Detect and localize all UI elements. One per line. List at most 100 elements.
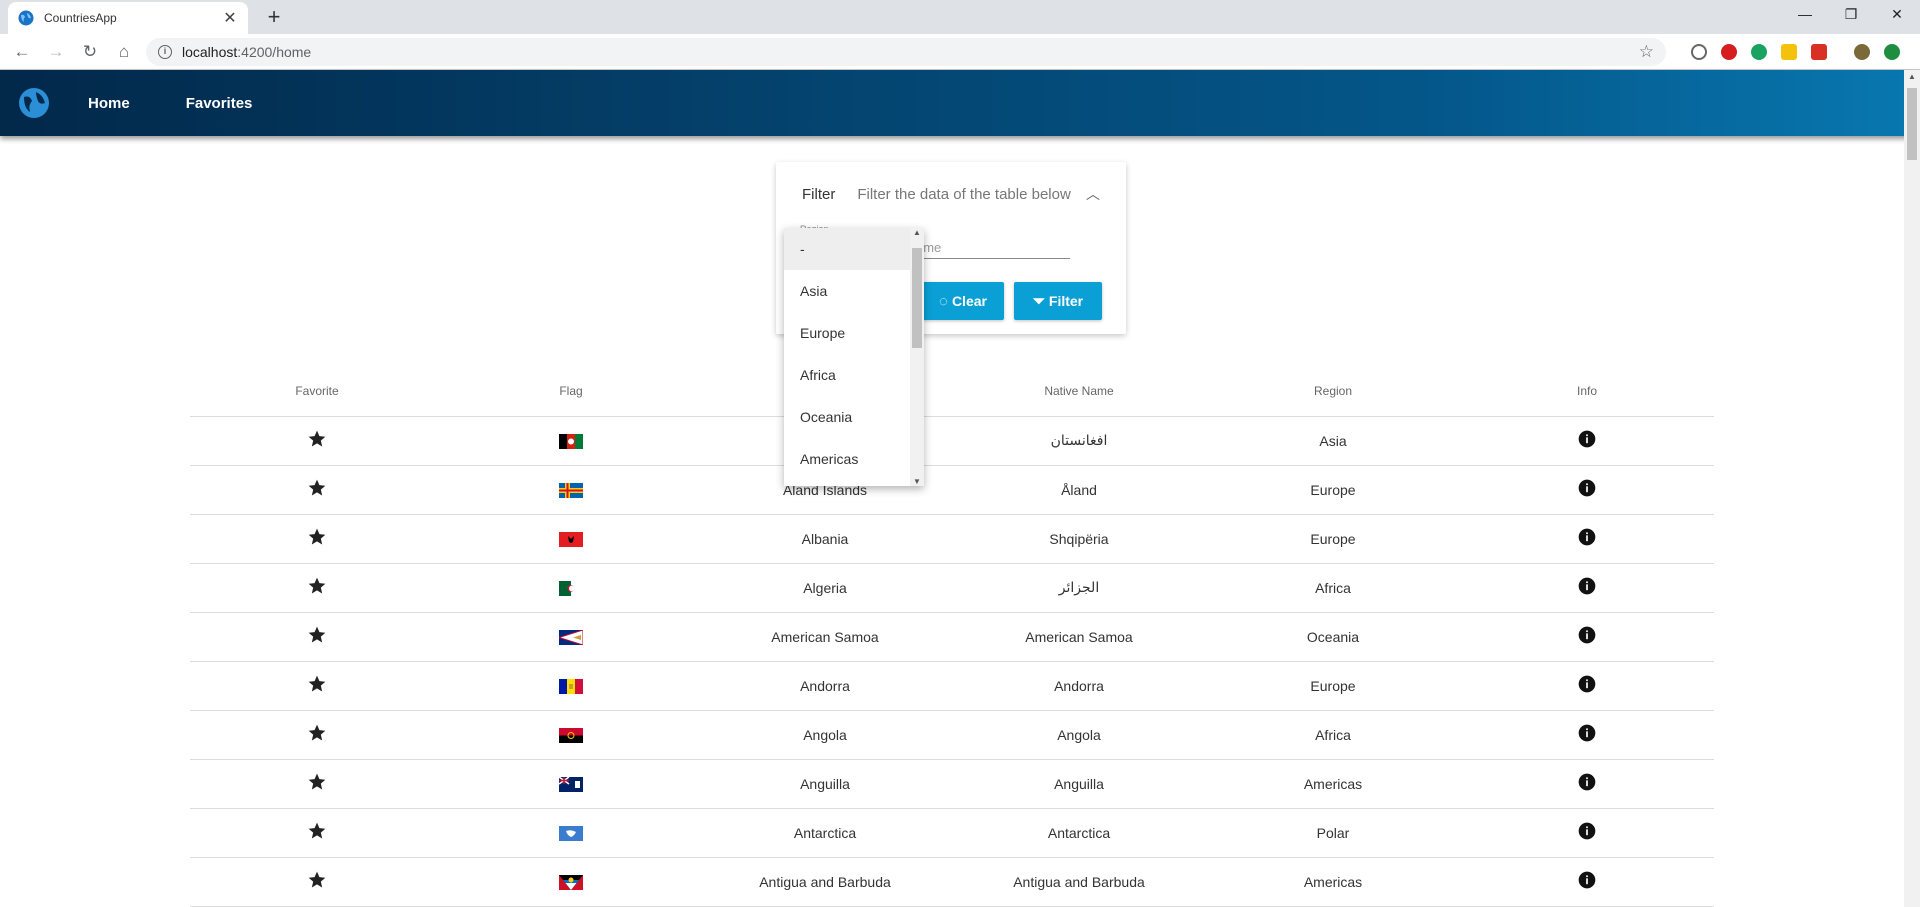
region-option[interactable]: Americas (784, 438, 924, 480)
info-cell (1460, 759, 1714, 809)
flag-cell (444, 759, 698, 809)
native-name: American Samoa (952, 612, 1206, 662)
notes-extension-icon[interactable] (1781, 43, 1797, 60)
page-scrollbar[interactable]: ▲ (1904, 70, 1920, 907)
info-icon[interactable] (1577, 821, 1597, 841)
info-icon[interactable] (1577, 527, 1597, 547)
dropdown-scroll-thumb[interactable] (912, 248, 922, 348)
recycle-extension-icon[interactable] (1691, 43, 1707, 60)
filter-title: Filter (802, 185, 836, 203)
filter-description: Filter the data of the table below (857, 185, 1071, 203)
region-option[interactable]: Europe (784, 312, 924, 354)
star-icon[interactable] (307, 478, 327, 498)
filter-button[interactable]: ⏷ Filter (1014, 282, 1102, 320)
flag-cell (444, 857, 698, 907)
table-row[interactable]: افغانستان Asia (190, 416, 1714, 466)
scroll-down-icon[interactable]: ▼ (910, 477, 924, 486)
flag-icon (559, 580, 583, 596)
table-row[interactable]: American Samoa American Samoa Oceania (190, 612, 1714, 662)
adblock-extension-icon[interactable] (1721, 43, 1737, 60)
browser-tab[interactable]: CountriesApp ✕ (8, 2, 248, 34)
col-header-region[interactable]: Region (1206, 366, 1460, 417)
info-icon[interactable] (1577, 576, 1597, 596)
reload-icon[interactable]: ↻ (76, 38, 104, 66)
app-header: Home Favorites (0, 70, 1920, 136)
nav-favorites[interactable]: Favorites (186, 95, 253, 112)
home-icon[interactable]: ⌂ (110, 38, 138, 66)
site-info-icon[interactable]: i (158, 44, 172, 59)
star-icon[interactable] (307, 870, 327, 890)
update-icon[interactable] (1884, 43, 1900, 60)
info-cell (1460, 563, 1714, 613)
star-icon[interactable] (307, 772, 327, 792)
page-scroll-thumb[interactable] (1907, 88, 1917, 160)
favorite-cell (190, 759, 444, 809)
region-option[interactable]: - (784, 228, 924, 270)
favorite-cell (190, 416, 444, 466)
restore-icon[interactable]: ❐ (1828, 0, 1874, 30)
col-header-flag[interactable]: Flag (444, 366, 698, 417)
address-bar[interactable]: i localhost:4200/home ☆ (146, 37, 1666, 66)
info-icon[interactable] (1577, 674, 1597, 694)
col-header-info[interactable]: Info (1460, 366, 1714, 417)
info-icon[interactable] (1577, 429, 1597, 449)
back-icon[interactable]: ← (8, 38, 36, 66)
forward-icon[interactable]: → (42, 38, 70, 66)
star-icon[interactable] (307, 723, 327, 743)
info-icon[interactable] (1577, 772, 1597, 792)
table-row[interactable]: Albania Shqipëria Europe (190, 514, 1714, 564)
globe-icon (18, 10, 34, 26)
region: Africa (1206, 563, 1460, 613)
sync-extension-icon[interactable] (1811, 43, 1827, 60)
table-row[interactable]: Angola Angola Africa (190, 710, 1714, 760)
name-filter-input[interactable]: ame (916, 240, 1070, 259)
filter-panel-header[interactable]: Filter Filter the data of the table belo… (776, 162, 1126, 226)
table-row[interactable]: Algeria الجزائر Africa (190, 563, 1714, 613)
favorite-cell (190, 514, 444, 564)
country-name: Angola (698, 710, 952, 760)
star-icon[interactable] (307, 821, 327, 841)
window-close-icon[interactable]: ✕ (1874, 0, 1920, 30)
table-row[interactable]: Åland Islands Åland Europe (190, 465, 1714, 515)
info-icon[interactable] (1577, 478, 1597, 498)
star-icon[interactable] (307, 625, 327, 645)
region-option[interactable]: Oceania (784, 396, 924, 438)
native-name: الجزائر (952, 563, 1206, 613)
star-icon[interactable] (307, 674, 327, 694)
native-name: Andorra (952, 661, 1206, 711)
minimize-icon[interactable]: — (1782, 0, 1828, 30)
col-header-favorite[interactable]: Favorite (190, 366, 444, 417)
region-option[interactable]: Asia (784, 270, 924, 312)
info-cell (1460, 808, 1714, 858)
favorite-cell (190, 661, 444, 711)
flag-icon (559, 727, 583, 743)
region: Africa (1206, 710, 1460, 760)
table-row[interactable]: Antarctica Antarctica Polar (190, 808, 1714, 858)
region-dropdown[interactable]: - Asia Europe Africa Oceania Americas ▲ ▼ (784, 228, 924, 486)
chevron-up-icon[interactable]: ︿ (1086, 184, 1100, 204)
bookmark-star-icon[interactable]: ☆ (1639, 42, 1654, 62)
clear-button[interactable]: ◌ Clear (922, 282, 1004, 320)
dropdown-scrollbar[interactable]: ▲ ▼ (910, 228, 924, 486)
profile-avatar-icon[interactable] (1854, 43, 1870, 60)
scroll-up-icon[interactable]: ▲ (910, 228, 924, 237)
country-name: Albania (698, 514, 952, 564)
tab-close-icon[interactable]: ✕ (222, 8, 238, 28)
table-row[interactable]: Antigua and Barbuda Antigua and Barbuda Am… (190, 857, 1714, 907)
info-icon[interactable] (1577, 723, 1597, 743)
star-icon[interactable] (307, 429, 327, 449)
page-scroll-up-icon[interactable]: ▲ (1904, 72, 1920, 81)
info-icon[interactable] (1577, 870, 1597, 890)
table-row[interactable]: Andorra Andorra Europe (190, 661, 1714, 711)
col-header-native-name[interactable]: Native Name (952, 366, 1206, 417)
globe-logo-icon[interactable] (18, 87, 50, 119)
chat-extension-icon[interactable] (1751, 43, 1767, 60)
new-tab-button[interactable]: + (262, 5, 286, 29)
table-row[interactable]: Anguilla Anguilla Americas (190, 759, 1714, 809)
info-icon[interactable] (1577, 625, 1597, 645)
nav-home[interactable]: Home (88, 95, 130, 112)
star-icon[interactable] (307, 576, 327, 596)
star-icon[interactable] (307, 527, 327, 547)
clear-button-label: Clear (951, 293, 987, 309)
region-option[interactable]: Africa (784, 354, 924, 396)
